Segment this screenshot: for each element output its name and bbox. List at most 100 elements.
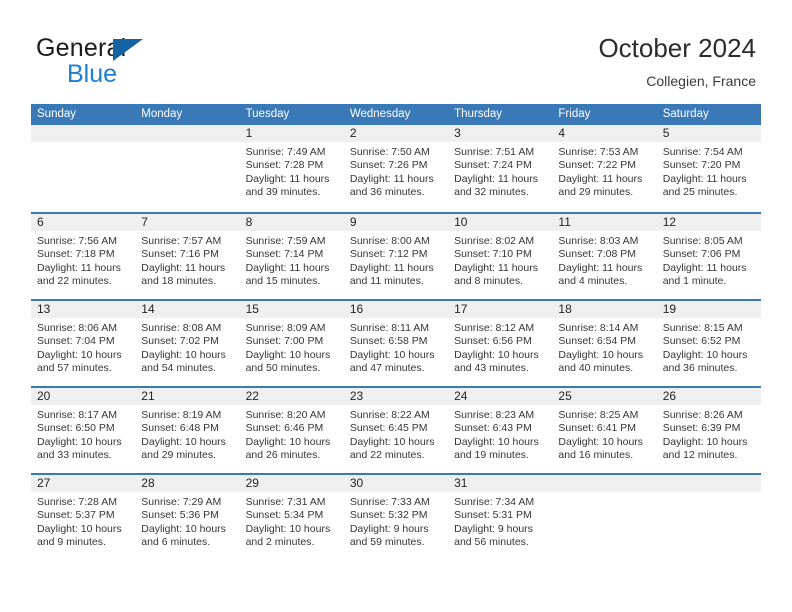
day-sun-info: Sunrise: 7:49 AM Sunset: 7:28 PM Daylight:… [240, 142, 344, 200]
day-info-line: Daylight: 10 hours [37, 435, 122, 448]
day-number: 25 [552, 388, 657, 405]
day-sun-info: Sunrise: 8:03 AM Sunset: 7:08 PM Daylight:… [552, 231, 656, 289]
day-cell-16[interactable]: 16 Sunrise: 8:11 AM Sunset: 6:58 PM Dayligh… [343, 301, 449, 386]
day-info-line: Daylight: 11 hours [454, 172, 538, 185]
calendar-page: General Blue October 2024 Collegien, Fra… [0, 0, 792, 612]
day-sun-info: Sunrise: 8:23 AM Sunset: 6:43 PM Daylight:… [448, 405, 552, 463]
day-sun-info: Sunrise: 7:31 AM Sunset: 5:34 PM Daylight:… [240, 492, 344, 550]
day-cell-29[interactable]: 29 Sunrise: 7:31 AM Sunset: 5:34 PM Dayligh… [239, 475, 344, 560]
day-cell-5[interactable]: 5 Sunrise: 7:54 AM Sunset: 7:20 PM Daylight… [656, 125, 761, 212]
day-info-line: Sunrise: 8:06 AM [37, 322, 117, 334]
day-cell-12[interactable]: 12 Sunrise: 8:05 AM Sunset: 7:06 PM Dayligh… [656, 214, 761, 299]
day-cell-8[interactable]: 8 Sunrise: 7:59 AM Sunset: 7:14 PM Daylight… [239, 214, 344, 299]
day-info-line: Daylight: 10 hours [454, 348, 539, 361]
day-number: 18 [552, 301, 657, 318]
day-info-line: Sunrise: 7:34 AM [454, 496, 535, 508]
day-cell-25[interactable]: 25 Sunrise: 8:25 AM Sunset: 6:41 PM Dayligh… [552, 388, 657, 473]
day-cell-20[interactable]: 20 Sunrise: 8:17 AM Sunset: 6:50 PM Dayligh… [31, 388, 136, 473]
day-sun-info: Sunrise: 7:33 AM Sunset: 5:32 PM Daylight:… [344, 492, 448, 550]
day-info-line: Daylight: 10 hours [141, 348, 226, 361]
page-title: October 2024 [598, 33, 756, 63]
day-info-line: and 57 minutes. [37, 362, 112, 375]
day-cell-15[interactable]: 15 Sunrise: 8:09 AM Sunset: 7:00 PM Dayligh… [239, 301, 344, 386]
day-cell-empty [656, 475, 761, 560]
day-number: 14 [135, 301, 240, 318]
day-info-line: Sunrise: 7:57 AM [141, 235, 222, 247]
day-cell-13[interactable]: 13 Sunrise: 8:06 AM Sunset: 7:04 PM Dayligh… [31, 301, 136, 386]
day-cell-14[interactable]: 14 Sunrise: 8:08 AM Sunset: 7:02 PM Dayligh… [135, 301, 240, 386]
day-sun-info [552, 492, 656, 496]
day-cell-1[interactable]: 1 Sunrise: 7:49 AM Sunset: 7:28 PM Daylight… [239, 125, 344, 212]
day-number: 17 [448, 301, 553, 318]
day-info-line: and 12 minutes. [662, 449, 738, 462]
day-info-line: and 19 minutes. [454, 449, 529, 462]
day-sun-info [135, 142, 239, 146]
day-number: 21 [135, 388, 240, 405]
day-info-line: Sunset: 7:10 PM [454, 248, 532, 261]
day-number: 16 [343, 301, 449, 318]
day-info-line: and 15 minutes. [245, 275, 321, 288]
day-cell-11[interactable]: 11 Sunrise: 8:03 AM Sunset: 7:08 PM Dayligh… [552, 214, 657, 299]
day-info-line: Daylight: 10 hours [37, 348, 122, 361]
day-info-line: and 39 minutes. [245, 186, 321, 199]
day-cell-2[interactable]: 2 Sunrise: 7:50 AM Sunset: 7:26 PM Daylight… [343, 125, 449, 212]
day-sun-info: Sunrise: 8:05 AM Sunset: 7:06 PM Daylight:… [657, 231, 761, 289]
general-blue-logo[interactable]: General Blue [36, 36, 266, 88]
day-cell-23[interactable]: 23 Sunrise: 8:22 AM Sunset: 6:45 PM Dayligh… [343, 388, 449, 473]
day-info-line: Sunrise: 7:49 AM [245, 146, 326, 158]
day-info-line: Sunrise: 8:15 AM [662, 322, 743, 334]
day-info-line: Sunrise: 8:08 AM [141, 322, 222, 334]
day-cell-31[interactable]: 31 Sunrise: 7:34 AM Sunset: 5:31 PM Dayligh… [448, 475, 553, 560]
day-info-line: Sunset: 7:00 PM [245, 335, 324, 348]
title-block: October 2024 Collegien, France [598, 33, 756, 89]
day-cell-6[interactable]: 6 Sunrise: 7:56 AM Sunset: 7:18 PM Daylight… [31, 214, 136, 299]
day-info-line: Sunrise: 8:17 AM [37, 409, 117, 421]
day-number: 28 [135, 475, 240, 492]
day-cell-9[interactable]: 9 Sunrise: 8:00 AM Sunset: 7:12 PM Daylight… [343, 214, 449, 299]
day-cell-7[interactable]: 7 Sunrise: 7:57 AM Sunset: 7:16 PM Daylight… [135, 214, 240, 299]
day-number: 9 [343, 214, 449, 231]
day-info-line: and 33 minutes. [37, 449, 112, 462]
day-cell-26[interactable]: 26 Sunrise: 8:26 AM Sunset: 6:39 PM Dayligh… [656, 388, 761, 473]
day-cell-10[interactable]: 10 Sunrise: 8:02 AM Sunset: 7:10 PM Dayligh… [448, 214, 553, 299]
day-number [552, 475, 657, 492]
day-cell-30[interactable]: 30 Sunrise: 7:33 AM Sunset: 5:32 PM Dayligh… [343, 475, 449, 560]
day-cell-21[interactable]: 21 Sunrise: 8:19 AM Sunset: 6:48 PM Dayligh… [135, 388, 240, 473]
day-cell-17[interactable]: 17 Sunrise: 8:12 AM Sunset: 6:56 PM Dayligh… [448, 301, 553, 386]
day-info-line: Sunset: 7:20 PM [662, 159, 741, 172]
day-cell-4[interactable]: 4 Sunrise: 7:53 AM Sunset: 7:22 PM Daylight… [552, 125, 657, 212]
day-info-line: Sunrise: 7:56 AM [37, 235, 117, 247]
day-info-line: Sunset: 7:02 PM [141, 335, 219, 348]
day-number: 7 [135, 214, 240, 231]
day-sun-info: Sunrise: 8:11 AM Sunset: 6:58 PM Daylight:… [344, 318, 448, 376]
day-info-line: Daylight: 11 hours [245, 172, 330, 185]
day-cell-3[interactable]: 3 Sunrise: 7:51 AM Sunset: 7:24 PM Daylight… [448, 125, 553, 212]
weekday-header-sunday: Sunday [37, 108, 77, 120]
day-info-line: Daylight: 10 hours [349, 435, 435, 448]
day-info-line: and 54 minutes. [141, 362, 216, 375]
day-number: 20 [31, 388, 136, 405]
day-sun-info [657, 492, 761, 496]
day-info-line: Sunset: 6:46 PM [245, 422, 324, 435]
location-subtitle: Collegien, France [646, 72, 756, 89]
day-info-line: and 29 minutes. [558, 186, 634, 199]
day-sun-info: Sunrise: 8:17 AM Sunset: 6:50 PM Daylight:… [31, 405, 135, 463]
day-cell-27[interactable]: 27 Sunrise: 7:28 AM Sunset: 5:37 PM Dayligh… [31, 475, 136, 560]
day-sun-info: Sunrise: 7:57 AM Sunset: 7:16 PM Daylight:… [135, 231, 239, 289]
day-info-line: Daylight: 10 hours [245, 435, 331, 448]
day-info-line: Sunset: 7:08 PM [558, 248, 637, 261]
day-cell-28[interactable]: 28 Sunrise: 7:29 AM Sunset: 5:36 PM Dayligh… [135, 475, 240, 560]
day-cell-empty [31, 125, 136, 212]
day-number: 1 [239, 125, 344, 142]
day-cell-18[interactable]: 18 Sunrise: 8:14 AM Sunset: 6:54 PM Dayligh… [552, 301, 657, 386]
day-info-line: Daylight: 10 hours [141, 522, 226, 535]
day-info-line: Sunrise: 8:23 AM [454, 409, 535, 421]
day-cell-24[interactable]: 24 Sunrise: 8:23 AM Sunset: 6:43 PM Dayligh… [448, 388, 553, 473]
day-info-line: Sunrise: 8:20 AM [245, 409, 326, 421]
day-info-line: Sunrise: 8:11 AM [349, 322, 430, 334]
day-cell-22[interactable]: 22 Sunrise: 8:20 AM Sunset: 6:46 PM Dayligh… [239, 388, 344, 473]
day-number: 30 [343, 475, 449, 492]
day-cell-19[interactable]: 19 Sunrise: 8:15 AM Sunset: 6:52 PM Dayligh… [656, 301, 761, 386]
day-info-line: Sunset: 5:34 PM [245, 509, 324, 522]
day-info-line: and 1 minute. [662, 275, 727, 288]
